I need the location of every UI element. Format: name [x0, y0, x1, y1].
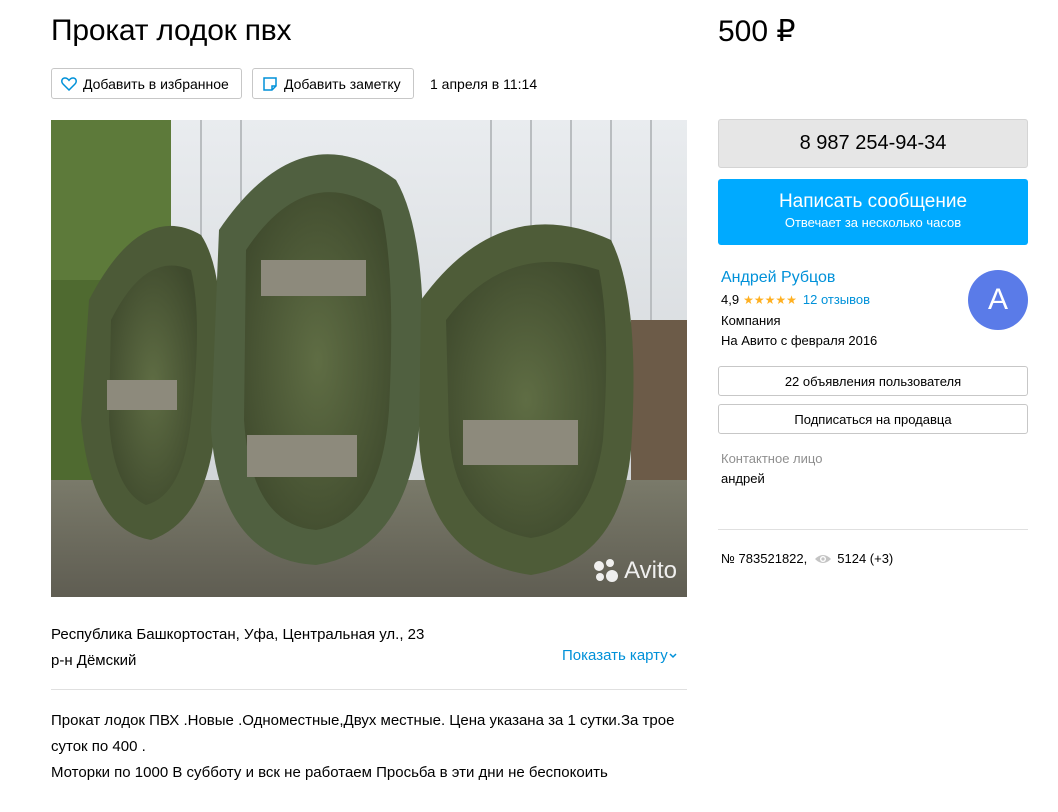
rating-stars-icon: ★★★★★	[743, 292, 797, 307]
seller-name-link[interactable]: Андрей Рубцов	[721, 269, 835, 287]
eye-icon	[815, 554, 832, 563]
favorite-label: Добавить в избранное	[83, 75, 229, 92]
boats-image	[51, 120, 687, 597]
seller-since: На Авито с февраля 2016	[721, 333, 878, 348]
rating-value: 4,9	[721, 292, 740, 307]
listing-photo[interactable]: Avito	[51, 120, 687, 597]
divider	[51, 689, 687, 690]
watermark-text: Avito	[624, 557, 677, 584]
description-line-2: Моторки по 1000 В субботу и вск не работ…	[51, 764, 608, 781]
heart-icon	[61, 77, 77, 91]
show-map-label: Показать карту	[562, 647, 668, 664]
address: Республика Башкортостан, Уфа, Центральна…	[51, 626, 425, 643]
add-note-button[interactable]: Добавить заметку	[252, 68, 414, 99]
contact-person-label: Контактное лицо	[721, 451, 823, 466]
seller-type: Компания	[721, 313, 781, 328]
district: р-н Дёмский	[51, 652, 137, 669]
message-button-title: Написать сообщение	[778, 191, 968, 212]
message-button-subtitle: Отвечает за несколько часов	[784, 215, 962, 230]
listing-meta: № 783521822, 5124 (+3)	[721, 551, 893, 566]
description-line-1: Прокат лодок ПВХ .Новые .Одноместные,Дву…	[51, 712, 675, 755]
write-message-button[interactable]: Написать сообщение Отвечает за несколько…	[718, 179, 1028, 245]
views-count: 5124 (+3)	[837, 551, 894, 566]
add-to-favorites-button[interactable]: Добавить в избранное	[51, 68, 242, 99]
show-phone-button[interactable]: 8 987 254-94-34	[718, 119, 1028, 168]
description: Прокат лодок ПВХ .Новые .Одноместные,Дву…	[51, 708, 691, 786]
note-icon	[263, 76, 277, 91]
subscribe-button[interactable]: Подписаться на продавца	[718, 404, 1028, 434]
show-map-link[interactable]: Показать карту	[562, 647, 678, 664]
seller-avatar[interactable]: А	[968, 270, 1028, 330]
reviews-link[interactable]: 12 отзывов	[803, 292, 870, 307]
seller-rating: 4,9 ★★★★★ 12 отзывов	[721, 292, 870, 307]
address-block: Республика Башкортостан, Уфа, Центральна…	[51, 622, 424, 674]
contact-person-name: андрей	[721, 471, 765, 486]
seller-ads-button[interactable]: 22 объявления пользователя	[718, 366, 1028, 396]
item-number: № 783521822,	[721, 551, 808, 566]
divider	[718, 529, 1028, 530]
avito-logo-icon	[592, 558, 619, 584]
listing-price: 500 ₽	[718, 15, 796, 48]
chevron-down-icon	[669, 652, 677, 658]
listing-title: Прокат лодок пвх	[51, 14, 292, 47]
note-label: Добавить заметку	[284, 75, 401, 92]
avito-watermark: Avito	[592, 557, 677, 585]
listing-date: 1 апреля в 11:14	[430, 76, 538, 92]
